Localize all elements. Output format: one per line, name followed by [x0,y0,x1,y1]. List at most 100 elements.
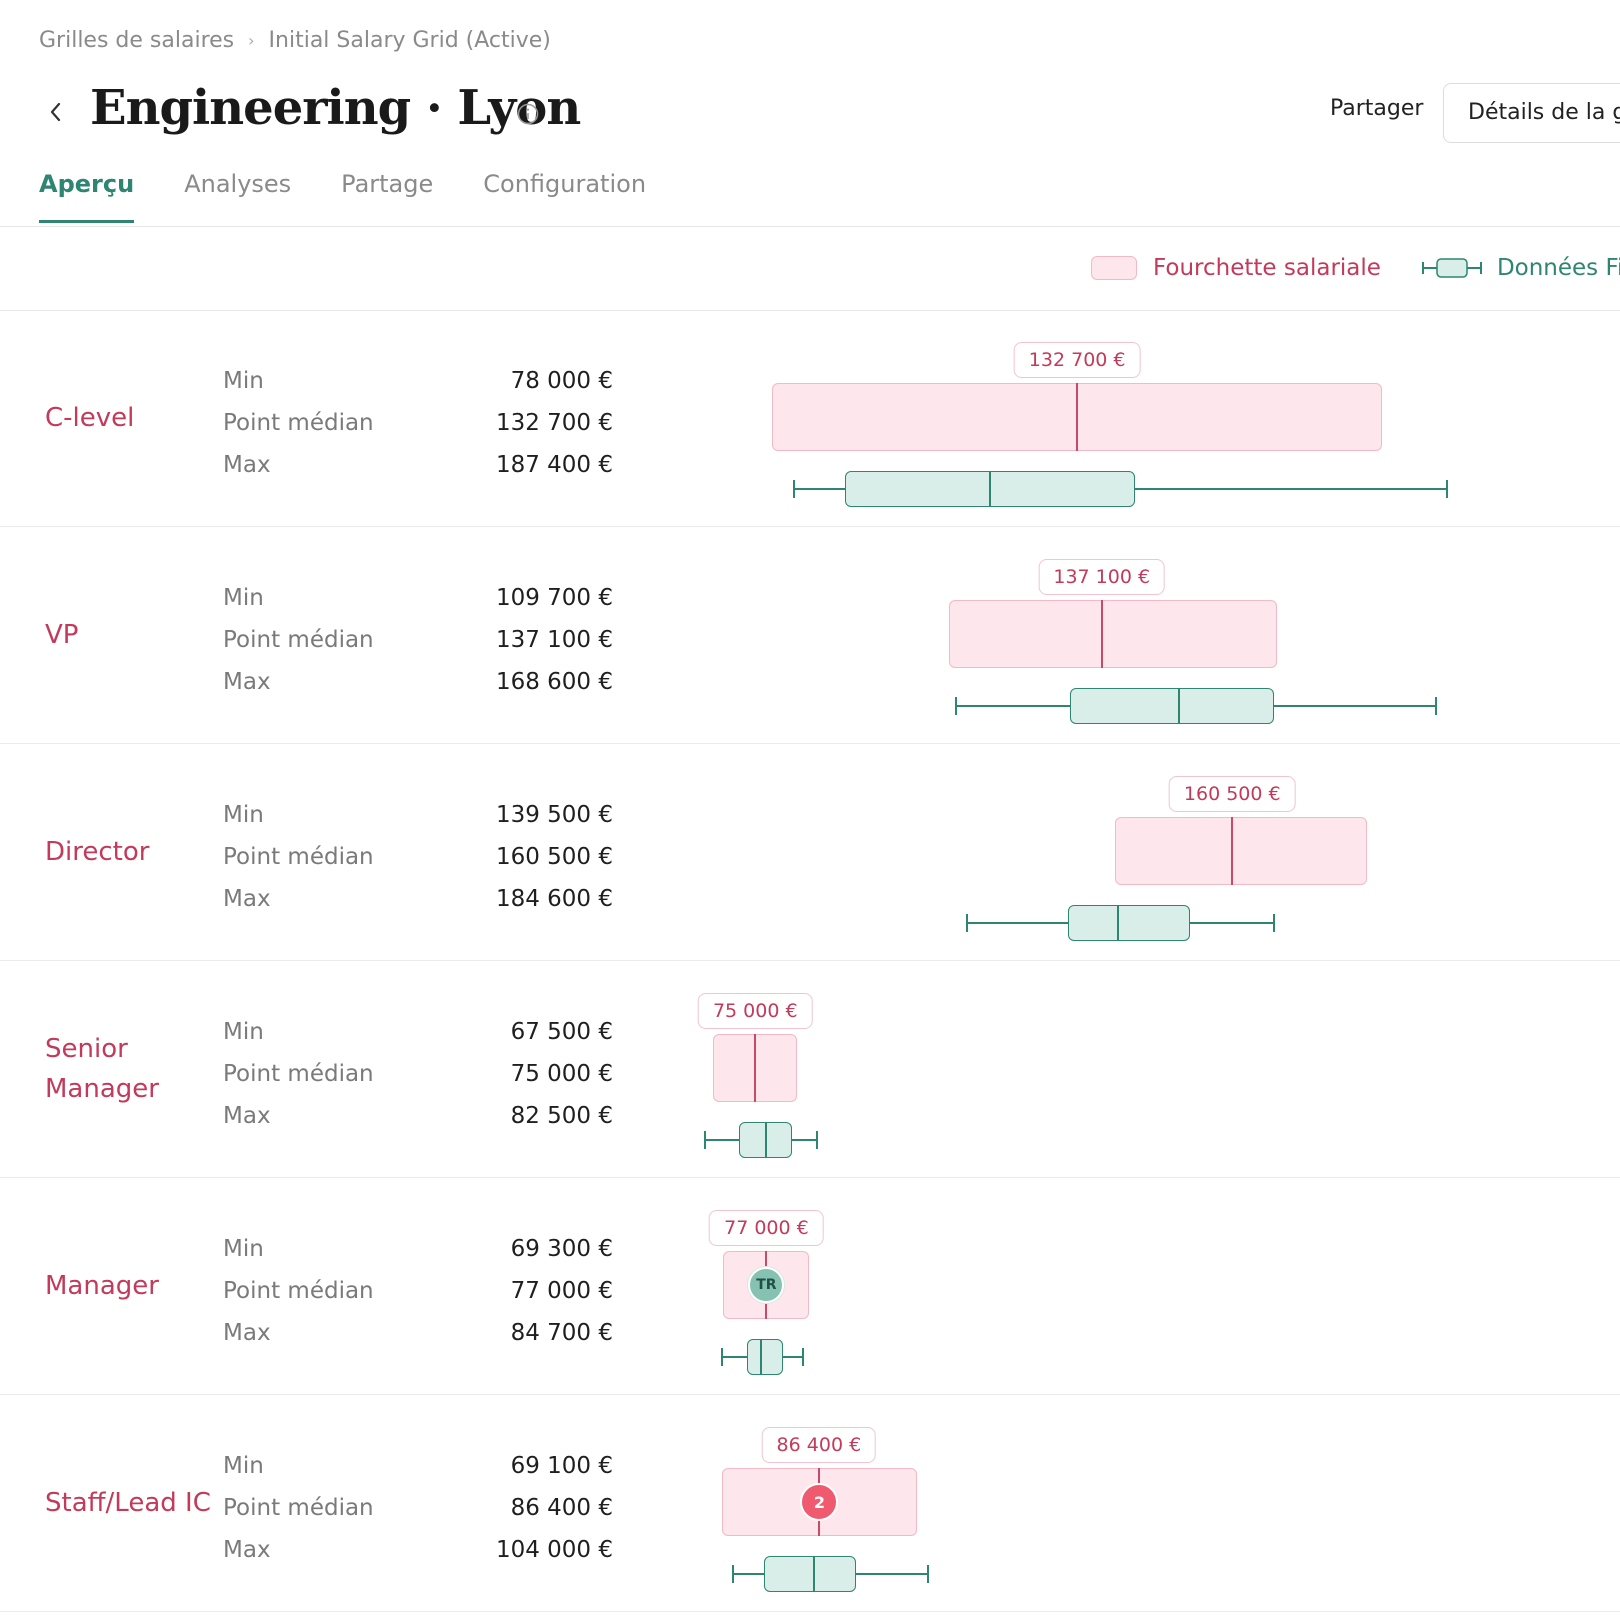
market-whisker-cap-high [1446,480,1449,498]
stat-row-max: Max 184 600 € [223,878,613,920]
stat-value-max: 104 000 € [495,1537,613,1563]
tab-analyses[interactable]: Analyses [184,170,291,223]
market-median-line [765,1122,768,1158]
stat-value-mid: 137 100 € [495,627,613,653]
stat-label-min: Min [223,368,264,394]
range-midpoint-label[interactable]: 77 000 € [709,1210,824,1246]
stat-value-mid: 77 000 € [510,1278,613,1304]
stat-row-min: Min 78 000 € [223,360,613,402]
market-whisker-cap-low [955,697,958,715]
stat-label-min: Min [223,1236,264,1262]
level-row: Senior Manager Min 67 500 € Point médian 75 … [0,961,1620,1178]
stat-value-mid: 160 500 € [495,844,613,870]
stat-label-max: Max [223,452,271,478]
level-name: Senior Manager [45,1034,159,1104]
market-whisker-cap-low [731,1565,734,1583]
level-name: Manager [45,1271,159,1301]
stat-row-min: Min 69 100 € [223,1445,613,1487]
legend-data-swatch [1421,258,1482,278]
range-midpoint-label[interactable]: 75 000 € [697,993,813,1029]
stat-row-max: Max 104 000 € [223,1529,613,1571]
stat-label-max: Max [223,1537,271,1563]
stat-label-min: Min [223,802,264,828]
market-iqr-box[interactable] [1067,905,1191,941]
market-whisker-cap-high [927,1565,930,1583]
market-whisker-cap-low [793,480,796,498]
level-name: C-level [45,403,135,433]
range-midpoint-line [754,1034,757,1102]
level-stats: Min 78 000 € Point médian 132 700 € Max 187 4… [223,360,613,486]
stat-row-min: Min 67 500 € [223,1011,613,1053]
legend-range-swatch [1091,256,1137,280]
stat-row-mid: Point médian 77 000 € [223,1270,613,1312]
tab-bar: Aperçu Analyses Partage Configuration [39,170,646,223]
stat-label-mid: Point médian [223,410,374,436]
stat-value-max: 82 500 € [510,1103,613,1129]
level-name: Staff/Lead IC [45,1488,211,1518]
stat-row-min: Min 139 500 € [223,794,613,836]
grid-details-button[interactable]: Détails de la grille [1443,83,1620,143]
stat-label-mid: Point médian [223,1278,374,1304]
stat-row-max: Max 187 400 € [223,444,613,486]
market-iqr-box[interactable] [1070,688,1275,724]
stat-label-max: Max [223,886,271,912]
level-stats: Min 69 100 € Point médian 86 400 € Max 104 00… [223,1445,613,1571]
level-row: C-level Min 78 000 € Point médian 132 700 € M… [0,310,1620,527]
range-midpoint-label[interactable]: 160 500 € [1168,776,1296,812]
stat-value-mid: 75 000 € [510,1061,613,1087]
stat-row-mid: Point médian 132 700 € [223,402,613,444]
level-row: VP Min 109 700 € Point médian 137 100 € Max 16… [0,527,1620,744]
stat-label-max: Max [223,669,271,695]
stat-row-mid: Point médian 137 100 € [223,619,613,661]
level-stats: Min 67 500 € Point médian 75 000 € Max 82 500… [223,1011,613,1137]
level-stats: Min 69 300 € Point médian 77 000 € Max 84 700… [223,1228,613,1354]
stat-value-min: 69 300 € [510,1236,613,1262]
tab-apercu[interactable]: Aperçu [39,170,135,223]
stat-label-min: Min [223,1453,264,1479]
stat-value-min: 109 700 € [495,585,613,611]
market-median-line [812,1556,815,1592]
stat-label-min: Min [223,1019,264,1045]
breadcrumb: Grilles de salaires › Initial Salary Gri… [39,28,551,53]
chevron-left-icon [50,102,61,122]
stat-label-mid: Point médian [223,1495,374,1521]
market-iqr-box[interactable] [763,1556,856,1592]
market-whisker-cap-low [720,1348,723,1366]
stat-value-max: 184 600 € [495,886,613,912]
stat-row-mid: Point médian 75 000 € [223,1053,613,1095]
stat-value-max: 187 400 € [495,452,613,478]
range-midpoint-label[interactable]: 137 100 € [1038,559,1166,595]
market-iqr-box[interactable] [746,1339,784,1375]
stat-row-max: Max 84 700 € [223,1312,613,1354]
level-name: Director [45,837,150,867]
market-whisker-cap-low [704,1131,707,1149]
stat-value-mid: 86 400 € [510,1495,613,1521]
salary-range-box[interactable] [948,600,1278,668]
breadcrumb-parent-link[interactable]: Grilles de salaires [39,28,234,53]
legend-range-label: Fourchette salariale [1153,255,1381,281]
breadcrumb-current[interactable]: Initial Salary Grid (Active) [269,28,551,53]
level-name: VP [45,620,79,650]
range-midpoint-label[interactable]: 132 700 € [1013,342,1141,378]
stat-label-mid: Point médian [223,1061,374,1087]
market-whisker-cap-high [801,1348,804,1366]
info-icon[interactable] [517,103,539,125]
range-midpoint-line [1076,383,1079,451]
stat-label-min: Min [223,585,264,611]
share-button[interactable]: Partager [1330,96,1423,121]
page-title: Engineering · Lyon [90,80,581,136]
market-median-line [1116,905,1119,941]
level-row: Manager Min 69 300 € Point médian 77 000 € Ma… [0,1178,1620,1395]
market-median-line [1178,688,1181,724]
back-button[interactable] [40,92,70,132]
market-whisker-cap-high [815,1131,818,1149]
stat-row-mid: Point médian 160 500 € [223,836,613,878]
range-midpoint-label[interactable]: 86 400 € [761,1427,877,1463]
tab-configuration[interactable]: Configuration [483,170,646,223]
market-whisker-cap-high [1434,697,1437,715]
tab-partage[interactable]: Partage [341,170,433,223]
stat-row-max: Max 82 500 € [223,1095,613,1137]
stat-value-max: 84 700 € [510,1320,613,1346]
salary-range-box[interactable] [1115,817,1367,885]
breadcrumb-separator: › [248,31,255,50]
